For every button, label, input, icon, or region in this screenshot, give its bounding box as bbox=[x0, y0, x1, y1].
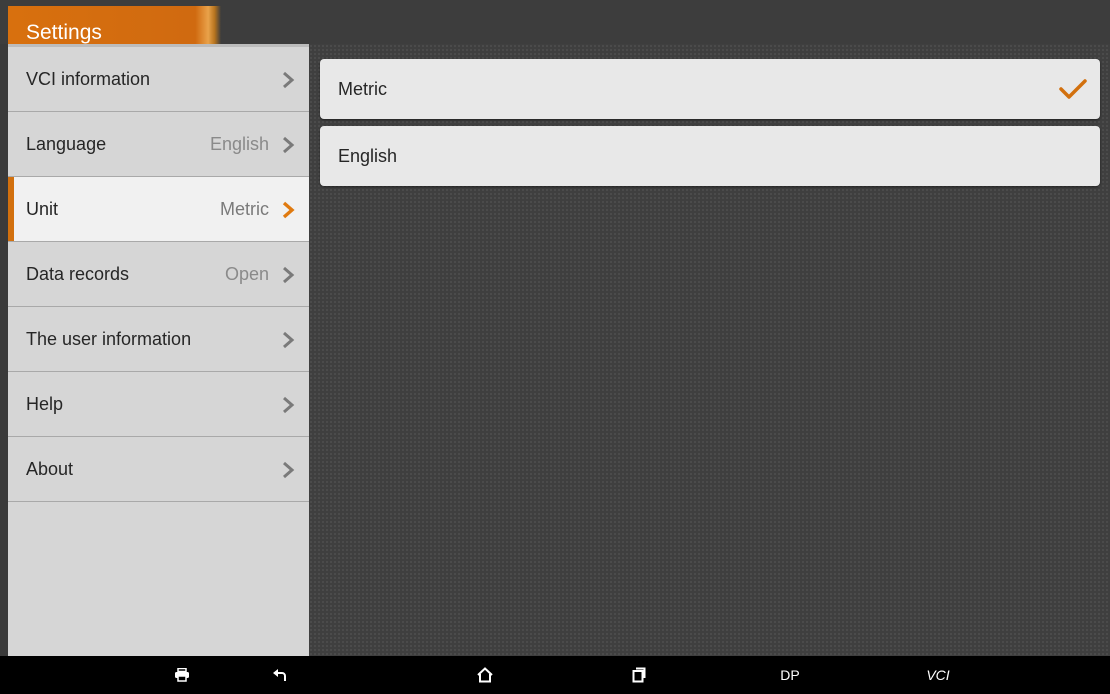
sidebar-item-about[interactable]: About bbox=[8, 437, 309, 502]
sidebar-item-value: English bbox=[209, 134, 269, 154]
unit-options-panel: Metric English bbox=[309, 44, 1110, 656]
printer-icon bbox=[175, 668, 189, 682]
option-label: English bbox=[338, 146, 398, 166]
sidebar-item-user-information[interactable]: The user information bbox=[8, 307, 309, 372]
chevron-right-icon bbox=[283, 266, 295, 284]
checkmark-icon bbox=[1059, 79, 1087, 99]
sidebar-item-help[interactable]: Help bbox=[8, 372, 309, 437]
sidebar-item-unit[interactable]: Unit Metric bbox=[8, 177, 309, 242]
sidebar-item-value: Metric bbox=[220, 199, 269, 219]
option-english[interactable]: English bbox=[320, 126, 1100, 186]
chevron-right-icon bbox=[283, 331, 295, 349]
home-icon bbox=[477, 667, 493, 683]
sidebar-item-label: VCI information bbox=[26, 69, 151, 89]
chevron-right-icon bbox=[282, 201, 295, 219]
printer-button[interactable] bbox=[157, 656, 207, 694]
dp-label: DP bbox=[780, 667, 800, 683]
title-bar: Settings bbox=[0, 0, 1110, 44]
sidebar-item-label: Language bbox=[26, 134, 107, 154]
dp-button[interactable]: DP bbox=[765, 656, 815, 694]
option-metric[interactable]: Metric bbox=[320, 59, 1100, 119]
vci-label: VCI bbox=[926, 667, 950, 683]
chevron-right-icon bbox=[283, 71, 295, 89]
sidebar-item-label: Data records bbox=[26, 264, 130, 284]
sidebar-item-label: About bbox=[26, 459, 74, 479]
chevron-right-icon bbox=[283, 136, 295, 154]
vci-status-button[interactable]: VCI bbox=[913, 656, 963, 694]
home-button[interactable] bbox=[460, 656, 510, 694]
sidebar-item-language[interactable]: Language English bbox=[8, 112, 309, 177]
sidebar-item-data-records[interactable]: Data records Open bbox=[8, 242, 309, 307]
system-navigation-bar: DP VCI bbox=[0, 656, 1110, 694]
recent-apps-button[interactable] bbox=[614, 656, 664, 694]
sidebar-item-label: Help bbox=[26, 394, 64, 414]
sidebar-item-label: The user information bbox=[26, 329, 192, 349]
settings-tab: Settings bbox=[8, 6, 221, 44]
back-button[interactable] bbox=[255, 656, 305, 694]
chevron-right-icon bbox=[283, 461, 295, 479]
settings-sidebar: VCI information Language English Unit Me… bbox=[8, 44, 309, 656]
page-title: Settings bbox=[26, 21, 102, 44]
sidebar-item-value: Open bbox=[224, 264, 269, 284]
chevron-right-icon bbox=[283, 396, 295, 414]
option-label: Metric bbox=[338, 79, 387, 99]
back-icon bbox=[273, 669, 286, 681]
sidebar-item-vci-information[interactable]: VCI information bbox=[8, 47, 309, 112]
sidebar-item-label: Unit bbox=[26, 199, 59, 219]
recent-apps-icon bbox=[632, 667, 646, 683]
